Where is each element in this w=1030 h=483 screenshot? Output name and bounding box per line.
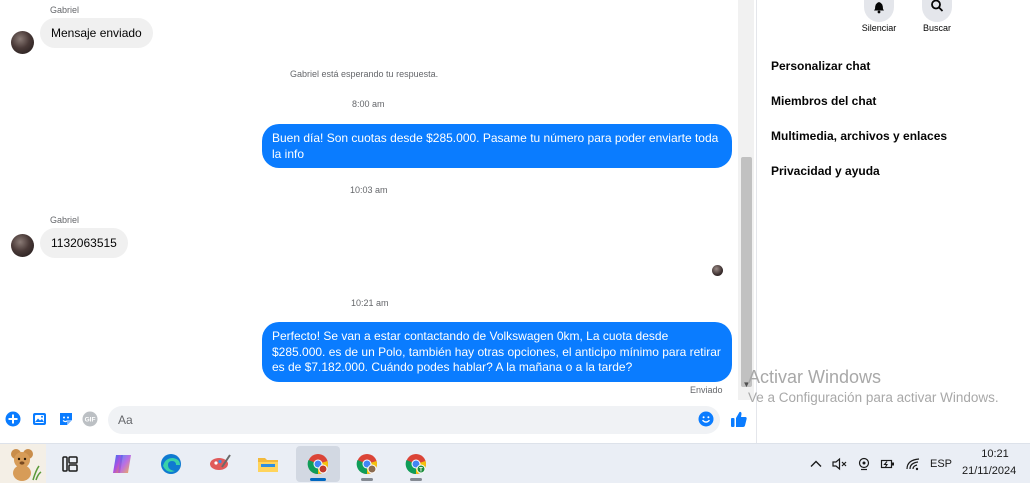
taskbar-copilot[interactable]: [100, 446, 144, 482]
taskbar-file-explorer[interactable]: [246, 446, 290, 482]
teddy-bear-icon: [11, 449, 42, 481]
taskbar-teddy-widget[interactable]: [0, 444, 46, 483]
scroll-down-arrow-icon[interactable]: ▼: [741, 380, 752, 389]
camera-icon[interactable]: [856, 456, 872, 472]
chrome-t-icon: T: [405, 454, 426, 475]
sender-name: Gabriel: [50, 5, 80, 15]
taskbar-chrome-t[interactable]: T: [394, 446, 438, 482]
timestamp: 10:21 am: [351, 298, 389, 308]
gif-label: GIF: [85, 417, 96, 424]
system-notice: Gabriel está esperando tu respuesta.: [290, 69, 439, 79]
mute-button[interactable]: Silenciar: [849, 0, 909, 33]
svg-text:T: T: [419, 467, 423, 473]
chrome-icon: [307, 454, 328, 475]
taskbar-chrome-profile[interactable]: [345, 446, 389, 482]
thumbs-up-icon[interactable]: [730, 410, 748, 428]
clock-time[interactable]: 10:21: [975, 448, 1015, 460]
mute-button-circle: [864, 0, 894, 22]
search-button-circle: [922, 0, 952, 22]
panel-item-customize-chat[interactable]: Personalizar chat: [771, 59, 870, 73]
message-composer: GIF: [0, 400, 756, 443]
incoming-message[interactable]: Mensaje enviado: [40, 18, 153, 48]
taskbar-task-view[interactable]: [48, 446, 92, 482]
sticker-icon[interactable]: [58, 411, 74, 427]
edge-icon: [161, 454, 181, 474]
search-label: Buscar: [922, 23, 951, 33]
outgoing-message[interactable]: Perfecto! Se van a estar contactando de …: [262, 322, 732, 382]
chevron-up-icon[interactable]: [808, 456, 824, 472]
delivery-status: Enviado: [690, 385, 723, 395]
emoji-icon[interactable]: [698, 411, 714, 427]
gif-icon[interactable]: GIF: [82, 411, 98, 427]
outgoing-message[interactable]: Buen día! Son cuotas desde $285.000. Pas…: [262, 124, 732, 168]
copilot-icon: [113, 455, 131, 473]
avatar[interactable]: [11, 31, 34, 54]
chrome-profile-icon: [356, 454, 377, 475]
clock-date[interactable]: 21/11/2024: [962, 465, 1016, 477]
message-input[interactable]: [108, 406, 720, 434]
chat-info-panel: Silenciar Buscar Personalizar chat Miemb…: [756, 0, 1030, 443]
mute-label: Silenciar: [861, 23, 897, 33]
search-icon: [931, 0, 944, 12]
search-button[interactable]: Buscar: [907, 0, 967, 33]
panel-item-media-files-links[interactable]: Multimedia, archivos y enlaces: [771, 129, 947, 143]
volume-muted-icon[interactable]: [831, 456, 847, 472]
taskbar-edge[interactable]: [149, 446, 193, 482]
taskbar: T ESP 10:21 21/11/2024: [0, 443, 1030, 483]
file-explorer-icon: [258, 458, 278, 472]
incoming-message[interactable]: 1132063515: [40, 228, 128, 258]
input-language[interactable]: ESP: [930, 458, 952, 470]
battery-charging-icon[interactable]: [880, 456, 896, 472]
sender-name: Gabriel: [50, 215, 80, 225]
running-indicator: [361, 478, 373, 481]
panel-item-chat-members[interactable]: Miembros del chat: [771, 94, 876, 108]
avatar[interactable]: [11, 234, 34, 257]
timestamp: 8:00 am: [352, 99, 385, 109]
taskbar-chrome[interactable]: [296, 446, 340, 482]
chat-scrollbar[interactable]: ▼: [738, 0, 754, 400]
taskbar-paint[interactable]: [198, 446, 242, 482]
panel-item-privacy-help[interactable]: Privacidad y ayuda: [771, 164, 880, 178]
messenger-window: Gabriel Mensaje enviado Gabriel está esp…: [0, 0, 1030, 483]
scroll-thumb[interactable]: [741, 157, 752, 387]
read-receipt-avatar: [712, 265, 723, 276]
paint-icon: [210, 454, 231, 470]
bell-icon: [874, 2, 884, 14]
active-indicator: [310, 478, 326, 481]
photo-icon[interactable]: [32, 411, 48, 427]
plus-circle-icon[interactable]: [5, 411, 21, 427]
running-indicator: [410, 478, 422, 481]
chat-thread: Gabriel Mensaje enviado Gabriel está esp…: [0, 0, 738, 400]
wifi-icon[interactable]: [905, 456, 921, 472]
task-view-icon: [62, 456, 78, 472]
timestamp: 10:03 am: [350, 185, 388, 195]
